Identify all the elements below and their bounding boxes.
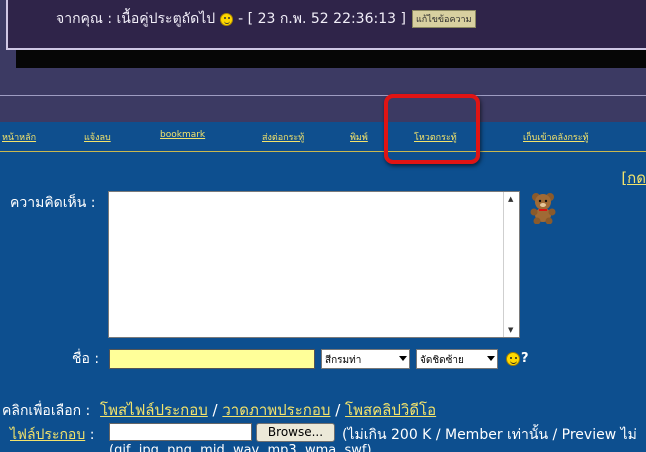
- divider-bar: [16, 50, 646, 68]
- post-video-link[interactable]: โพสคลิปวิดีโอ: [345, 401, 436, 419]
- smiley-icon[interactable]: [506, 351, 520, 366]
- reply-author-line: จากคุณ : เนื้อคู่ประตูถัดไป - [ 23 ก.พ. …: [56, 8, 476, 30]
- browse-button[interactable]: Browse...: [256, 423, 335, 442]
- divider-line: [0, 95, 646, 96]
- nav-bookmark-link[interactable]: bookmark: [160, 130, 205, 140]
- nav-archive-link[interactable]: เก็บเข้าคลังกระทู้: [523, 130, 589, 144]
- scroll-up-icon[interactable]: ▲: [508, 195, 513, 203]
- attach-prefix: คลิกเพื่อเลือก :: [2, 403, 91, 419]
- teddy-bear-icon[interactable]: [528, 192, 558, 224]
- emoticon-help[interactable]: ?: [506, 351, 529, 366]
- comment-textarea[interactable]: ▲ ▼: [108, 191, 520, 338]
- chevron-down-icon: [399, 356, 407, 361]
- scroll-down-icon[interactable]: ▼: [508, 326, 513, 334]
- file-label-row: ไฟล์ประกอบ :: [10, 424, 94, 446]
- nav-home-link[interactable]: หน้าหลัก: [2, 130, 36, 144]
- file-label[interactable]: ไฟล์ประกอบ: [10, 427, 85, 443]
- font-color-select[interactable]: สีกรมท่า: [321, 349, 410, 369]
- previous-reply-box: จากคุณ : เนื้อคู่ประตูถัดไป - [ 23 ก.พ. …: [6, 0, 646, 50]
- vote-highlight-box: [384, 94, 480, 164]
- help-mark[interactable]: ?: [521, 351, 529, 366]
- comment-label: ความคิดเห็น :: [10, 195, 96, 211]
- nav-report-link[interactable]: แจ้งลบ: [84, 130, 111, 144]
- attach-options-row: คลิกเพื่อเลือก : โพสไฟล์ประกอบ / วาดภาพป…: [0, 398, 436, 422]
- separator: /: [335, 401, 341, 419]
- nav-forward-link[interactable]: ส่งต่อกระทู้: [262, 130, 304, 144]
- chevron-down-icon: [487, 356, 495, 361]
- file-types-note: (gif, jpg, png, mid, wav, mp3, wma, swf): [109, 443, 372, 452]
- thread-action-nav: หน้าหลัก แจ้งลบ bookmark ส่งต่อกระทู้ พิ…: [0, 122, 646, 152]
- font-color-value: สีกรมท่า: [325, 355, 362, 366]
- smiley-icon: [220, 12, 234, 26]
- reply-author-text: จากคุณ : เนื้อคู่ประตูถัดไป: [56, 11, 216, 27]
- edit-message-button[interactable]: แก้ไขข้อความ: [411, 10, 476, 28]
- nav-print-link[interactable]: พิมพ์: [350, 130, 368, 144]
- align-select[interactable]: จัดชิดซ้าย: [416, 349, 498, 369]
- file-label-colon: :: [89, 427, 95, 443]
- reply-timestamp: - [ 23 ก.พ. 52 22:36:13 ]: [238, 11, 406, 27]
- file-size-note: (ไม่เกิน 200 K / Member เท่านั้น / Previ…: [342, 427, 637, 443]
- separator: /: [212, 401, 218, 419]
- comment-scrollbar[interactable]: ▲ ▼: [503, 192, 519, 337]
- name-label: ชื่อ :: [72, 351, 100, 367]
- upload-file-link[interactable]: โพสไฟล์ประกอบ: [100, 401, 208, 419]
- file-path-input[interactable]: [109, 423, 252, 441]
- corner-link[interactable]: [กด: [621, 166, 646, 190]
- name-input[interactable]: [109, 349, 315, 369]
- align-value: จัดชิดซ้าย: [420, 355, 464, 366]
- draw-picture-link[interactable]: วาดภาพประกอบ: [222, 401, 330, 419]
